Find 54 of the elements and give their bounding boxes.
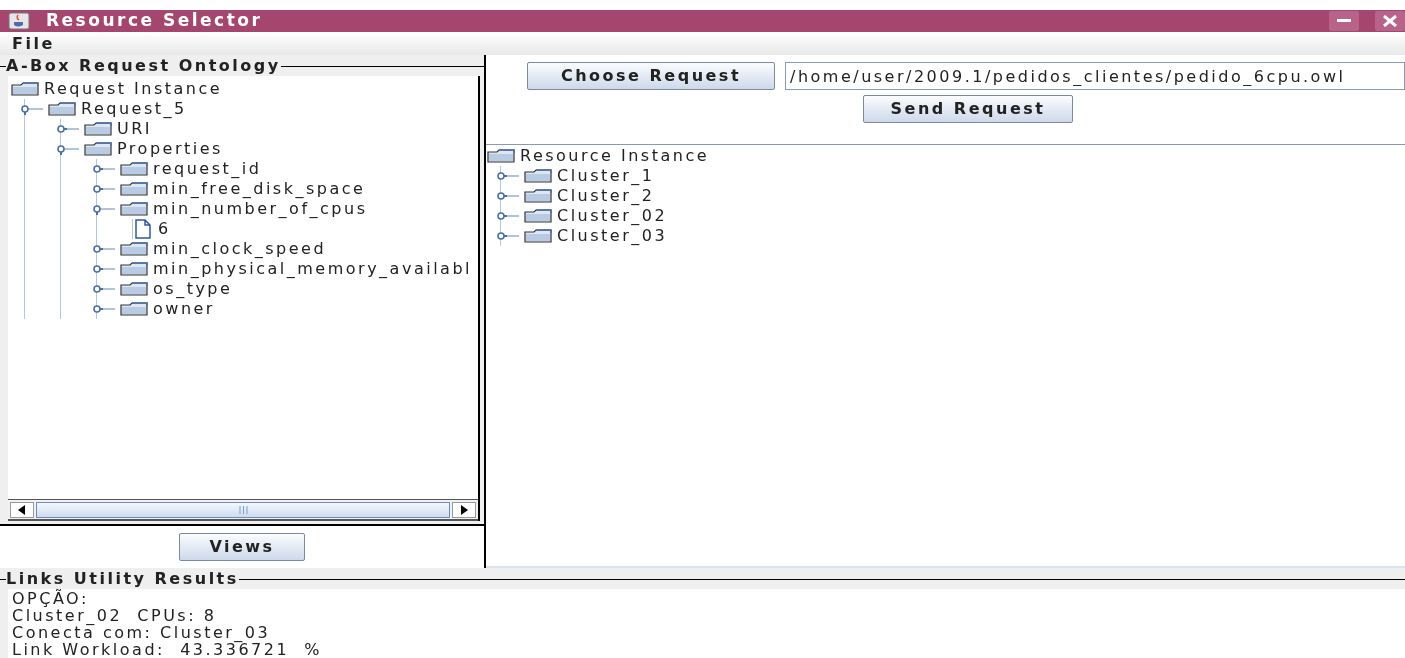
collapsed-handle-icon[interactable]	[93, 163, 115, 175]
result-line: Cluster_02 CPUs: 8	[12, 607, 218, 624]
document-icon	[133, 219, 153, 239]
window-title: Resource Selector	[46, 9, 263, 33]
expanded-handle-icon[interactable]	[57, 143, 79, 155]
cup-icon	[8, 12, 30, 30]
result-line: Conecta com: Cluster_03	[12, 624, 272, 641]
folder-icon	[11, 82, 39, 96]
collapsed-handle-icon[interactable]	[497, 170, 519, 182]
send-request-button[interactable]: Send Request	[863, 95, 1073, 123]
folder-icon	[524, 209, 552, 223]
menu-item[interactable]: File	[12, 31, 55, 56]
collapsed-handle-icon[interactable]	[497, 210, 519, 222]
folder-icon	[524, 189, 552, 203]
collapsed-handle-icon[interactable]	[93, 283, 115, 295]
scroll-left-button[interactable]	[10, 501, 34, 518]
folder-icon	[120, 302, 148, 316]
collapsed-handle-icon[interactable]	[497, 230, 519, 242]
close-button[interactable]	[1375, 11, 1405, 31]
folder-icon	[524, 229, 552, 243]
folder-icon	[84, 122, 112, 136]
right-arrow-icon	[460, 504, 468, 515]
scroll-right-button[interactable]	[452, 501, 476, 518]
horizontal-scrollbar[interactable]	[8, 499, 478, 521]
result-line: OPÇÃO:	[12, 590, 90, 607]
collapsed-handle-icon[interactable]	[93, 243, 115, 255]
choose-request-button[interactable]: Choose Request	[527, 62, 775, 90]
collapsed-handle-icon[interactable]	[93, 263, 115, 275]
expanded-handle-icon[interactable]	[93, 203, 115, 215]
close-icon	[1383, 15, 1397, 27]
folder-icon	[120, 202, 148, 216]
collapsed-handle-icon[interactable]	[497, 190, 519, 202]
scrollbar-thumb[interactable]	[36, 501, 450, 518]
folder-icon	[120, 162, 148, 176]
collapsed-handle-icon[interactable]	[57, 123, 79, 135]
group-title: Links Utility Results	[6, 568, 239, 589]
grip-icon	[238, 505, 248, 514]
left-arrow-icon	[18, 504, 26, 515]
collapsed-handle-icon[interactable]	[93, 303, 115, 315]
minimize-button[interactable]	[1329, 11, 1359, 31]
folder-icon	[120, 242, 148, 256]
folder-icon	[84, 142, 112, 156]
result-line: Link Workload: 43.336721 %	[12, 641, 324, 658]
folder-icon	[120, 262, 148, 276]
folder-icon	[120, 182, 148, 196]
collapsed-handle-icon[interactable]	[93, 183, 115, 195]
folder-icon	[120, 282, 148, 296]
folder-icon	[48, 102, 76, 116]
expanded-handle-icon[interactable]	[21, 103, 43, 115]
minimize-icon	[1337, 19, 1351, 23]
group-title: A-Box Request Ontology	[6, 55, 281, 77]
folder-icon	[524, 169, 552, 183]
views-button[interactable]: Views	[179, 533, 305, 561]
file-path-field[interactable]: /home/user/2009.1/pedidos_clientes/pedido_6cpu.owl	[785, 62, 1405, 90]
